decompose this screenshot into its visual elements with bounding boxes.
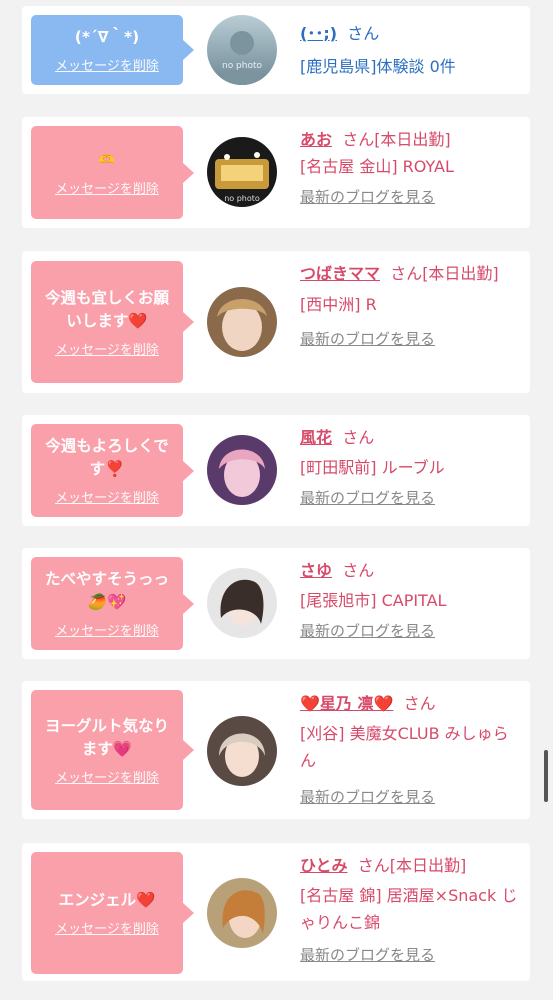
avatar-photo-icon xyxy=(207,878,277,948)
user-info: ひとみ さん[本日出勤] [名古屋 錦] 居酒屋×Snack じゃりんこ錦 最新… xyxy=(300,852,522,969)
no-photo-avatar-icon: no photo xyxy=(207,15,277,85)
shop-info[interactable]: [西中洲] R xyxy=(300,291,522,318)
message-text: ヨーグルト気なります💗 xyxy=(44,716,169,758)
list-item: (*´∇｀*) メッセージを削除 no photo (･･;) さん [鹿児島県… xyxy=(22,6,530,94)
delete-message-link[interactable]: メッセージを削除 xyxy=(55,767,159,786)
avatar[interactable] xyxy=(207,435,277,505)
message-bubble: 今週もよろしくです❣️ メッセージを削除 xyxy=(31,424,194,517)
honorific: さん xyxy=(403,694,436,713)
user-name-link[interactable]: ❤️星乃 凛❤️ xyxy=(300,694,393,713)
user-info: ❤️星乃 凛❤️ さん [刈谷] 美魔女CLUB みしゅらん 最新のブログを見る xyxy=(300,690,522,811)
latest-blog-link[interactable]: 最新のブログを見る xyxy=(300,618,522,645)
delete-message-link[interactable]: メッセージを削除 xyxy=(55,178,159,197)
svg-text:no photo: no photo xyxy=(222,61,263,71)
honorific: さん[本日出勤] xyxy=(357,856,467,875)
honorific: さん xyxy=(342,561,375,580)
list-item: エンジェル❤️ メッセージを削除 ひとみ さん[本日出勤] [名古屋 錦] 居酒… xyxy=(22,843,530,981)
message-text: 今週も宜しくお願いします❤️ xyxy=(44,288,169,330)
list-item: 今週もよろしくです❣️ メッセージを削除 風花 さん [町田駅前] ルーブル 最… xyxy=(22,415,530,526)
shop-info[interactable]: [町田駅前] ルーブル xyxy=(300,454,522,481)
avatar[interactable]: no photo xyxy=(207,15,277,85)
honorific: さん[本日出勤] xyxy=(390,264,499,283)
message-bubble: 🫶 メッセージを削除 xyxy=(31,126,194,219)
delete-message-link[interactable]: メッセージを削除 xyxy=(55,487,159,506)
shop-info[interactable]: [尾張旭市] CAPITAL xyxy=(300,587,522,614)
avatar[interactable] xyxy=(207,716,277,786)
user-info: 風花 さん [町田駅前] ルーブル 最新のブログを見る xyxy=(300,424,522,512)
list-item: 🫶 メッセージを削除 no photo あお さん[本日出勤] [名古屋 金山]… xyxy=(22,117,530,228)
latest-blog-link[interactable]: 最新のブログを見る xyxy=(300,184,522,211)
message-bubble: エンジェル❤️ メッセージを削除 xyxy=(31,852,194,974)
delete-message-link[interactable]: メッセージを削除 xyxy=(55,918,159,937)
message-text: たべやすそうっっ🥭💖 xyxy=(44,570,169,611)
shop-info[interactable]: [名古屋 錦] 居酒屋×Snack じゃりんこ錦 xyxy=(300,882,522,936)
avatar[interactable]: no photo xyxy=(207,137,277,207)
honorific: さん xyxy=(347,24,380,43)
list-item: 今週も宜しくお願いします❤️ メッセージを削除 つばきママ さん[本日出勤] [… xyxy=(22,251,530,393)
message-text: 今週もよろしくです❣️ xyxy=(45,437,169,478)
user-name-link[interactable]: (･･;) xyxy=(300,24,337,43)
list-item: たべやすそうっっ🥭💖 メッセージを削除 さゆ さん [尾張旭市] CAPITAL… xyxy=(22,548,530,659)
avatar-photo-icon xyxy=(207,568,277,638)
svg-text:no photo: no photo xyxy=(224,194,260,203)
avatar[interactable] xyxy=(207,287,277,357)
user-info: あお さん[本日出勤] [名古屋 金山] ROYAL 最新のブログを見る xyxy=(300,126,522,211)
list-item: ヨーグルト気なります💗 メッセージを削除 ❤️星乃 凛❤️ さん [刈谷] 美魔… xyxy=(22,681,530,819)
latest-blog-link[interactable]: 最新のブログを見る xyxy=(300,326,522,353)
latest-blog-link[interactable]: 最新のブログを見る xyxy=(300,942,522,969)
latest-blog-link[interactable]: 最新のブログを見る xyxy=(300,485,522,512)
user-name-link[interactable]: 風花 xyxy=(300,428,332,447)
message-text: エンジェル❤️ xyxy=(58,891,156,909)
avatar-photo-icon: no photo xyxy=(207,137,277,207)
avatar[interactable] xyxy=(207,568,277,638)
message-text: (*´∇｀*) xyxy=(74,28,140,46)
delete-message-link[interactable]: メッセージを削除 xyxy=(55,55,159,74)
avatar-photo-icon xyxy=(207,287,277,357)
user-info: つばきママ さん[本日出勤] [西中洲] R 最新のブログを見る xyxy=(300,260,522,353)
user-name-link[interactable]: あお xyxy=(300,130,332,149)
user-name-link[interactable]: さゆ xyxy=(300,561,332,580)
message-text: 🫶 xyxy=(98,152,116,168)
honorific: さん xyxy=(342,428,375,447)
message-bubble: 今週も宜しくお願いします❤️ メッセージを削除 xyxy=(31,261,194,383)
latest-blog-link[interactable]: 最新のブログを見る xyxy=(300,784,522,811)
user-name-link[interactable]: つばきママ xyxy=(300,264,380,283)
shop-info[interactable]: [刈谷] 美魔女CLUB みしゅらん xyxy=(300,720,522,774)
delete-message-link[interactable]: メッセージを削除 xyxy=(55,339,159,358)
avatar[interactable] xyxy=(207,878,277,948)
avatar-photo-icon xyxy=(207,716,277,786)
honorific: さん[本日出勤] xyxy=(342,130,451,149)
user-info: さゆ さん [尾張旭市] CAPITAL 最新のブログを見る xyxy=(300,557,522,645)
message-bubble: たべやすそうっっ🥭💖 メッセージを削除 xyxy=(31,557,194,650)
message-bubble: ヨーグルト気なります💗 メッセージを削除 xyxy=(31,690,194,810)
message-bubble: (*´∇｀*) メッセージを削除 xyxy=(31,15,194,85)
user-name-link[interactable]: ひとみ xyxy=(300,856,348,875)
shop-info[interactable]: [名古屋 金山] ROYAL xyxy=(300,153,522,180)
shop-info[interactable]: [鹿児島県]体験談 0件 xyxy=(300,53,522,80)
delete-message-link[interactable]: メッセージを削除 xyxy=(55,620,159,639)
scrollbar[interactable] xyxy=(544,750,548,802)
user-info: (･･;) さん [鹿児島県]体験談 0件 xyxy=(300,20,522,80)
avatar-photo-icon xyxy=(207,435,277,505)
